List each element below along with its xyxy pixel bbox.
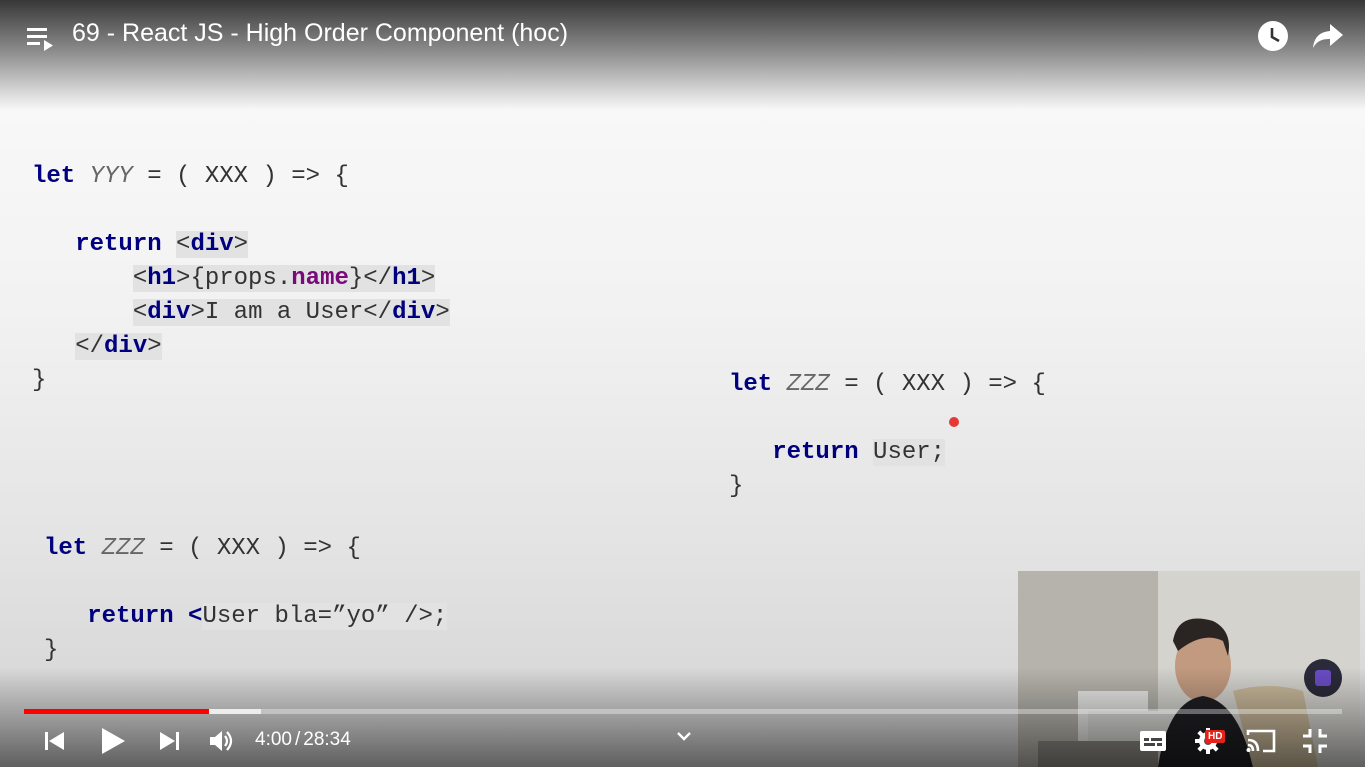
code-text: = ( XXX ) => { [829, 371, 1046, 398]
code-highlight: User; [873, 439, 946, 466]
code-text: = ( XXX ) => { [144, 535, 361, 562]
code-text: >I am a User</ [190, 299, 393, 326]
progress-played [24, 709, 209, 714]
code-text: </ [75, 333, 105, 360]
hd-badge: HD [1205, 730, 1226, 743]
playlist-icon[interactable] [27, 26, 55, 52]
video-title[interactable]: 69 - React JS - High Order Component (ho… [72, 19, 568, 48]
chevron-down-icon[interactable] [676, 731, 692, 743]
time-display: 4:00/28:34 [255, 729, 351, 751]
video-frame[interactable]: let YYY = ( XXX ) => { return <div> <h1>… [0, 0, 1365, 767]
next-icon[interactable] [158, 730, 180, 752]
progress-bar[interactable] [24, 709, 1342, 714]
code-tag: div [147, 299, 191, 326]
code-block-yyy: let YYY = ( XXX ) => { return <div> <h1>… [32, 126, 450, 398]
code-block-zzz-jsx: let ZZZ = ( XXX ) => { return <User bla=… [44, 498, 448, 668]
code-tag: h1 [147, 265, 177, 292]
code-highlight: User bla=”yo” /> [202, 603, 433, 630]
code-text: > [147, 333, 162, 360]
code-text: < [132, 299, 148, 326]
code-text: ; [432, 603, 448, 630]
code-keyword: return [87, 603, 174, 630]
code-text: }</ [348, 265, 393, 292]
mouse-cursor-dot [949, 417, 959, 427]
code-prop: name [291, 265, 349, 292]
time-separator: / [294, 729, 301, 750]
cast-icon[interactable] [1246, 728, 1276, 754]
code-highlight: <h1>{props.name}</h1> [132, 265, 436, 292]
code-text: < [132, 265, 148, 292]
code-text: = ( XXX ) => { [132, 163, 349, 190]
code-text: < [188, 603, 203, 630]
code-identifier: ZZZ [786, 371, 830, 398]
code-tag: h1 [392, 265, 421, 292]
play-icon[interactable] [100, 727, 126, 755]
code-identifier: YYY [89, 163, 133, 190]
code-identifier: ZZZ [101, 535, 145, 562]
code-keyword: let [44, 535, 88, 562]
code-tag: div [392, 299, 436, 326]
code-highlight: </div> [75, 333, 162, 360]
code-text: } [32, 367, 47, 394]
code-tag: div [104, 333, 148, 360]
previous-icon[interactable] [44, 730, 66, 752]
code-text: > [420, 265, 436, 292]
code-text: < [176, 231, 191, 258]
code-text: > [435, 299, 450, 326]
share-icon[interactable] [1312, 22, 1344, 50]
clock-icon[interactable] [1257, 20, 1289, 52]
code-text: } [729, 473, 744, 500]
code-text: > [233, 231, 249, 258]
code-text: >{props. [176, 265, 292, 292]
top-gradient [0, 0, 1365, 110]
code-tag: div [190, 231, 234, 258]
volume-icon[interactable] [209, 729, 235, 753]
current-time: 4:00 [255, 729, 292, 750]
code-keyword: return [75, 231, 162, 258]
code-keyword: let [32, 163, 76, 190]
code-keyword: return [772, 439, 859, 466]
exit-fullscreen-icon[interactable] [1302, 728, 1328, 754]
duration: 28:34 [303, 729, 351, 750]
code-highlight: <div>I am a User</div> [132, 299, 450, 326]
code-text: } [44, 637, 59, 664]
code-highlight: <div> [176, 231, 249, 258]
subtitles-icon[interactable] [1139, 729, 1167, 753]
code-keyword: let [729, 371, 773, 398]
code-block-zzz-component: let ZZZ = ( XXX ) => { return User; } [729, 334, 1046, 504]
